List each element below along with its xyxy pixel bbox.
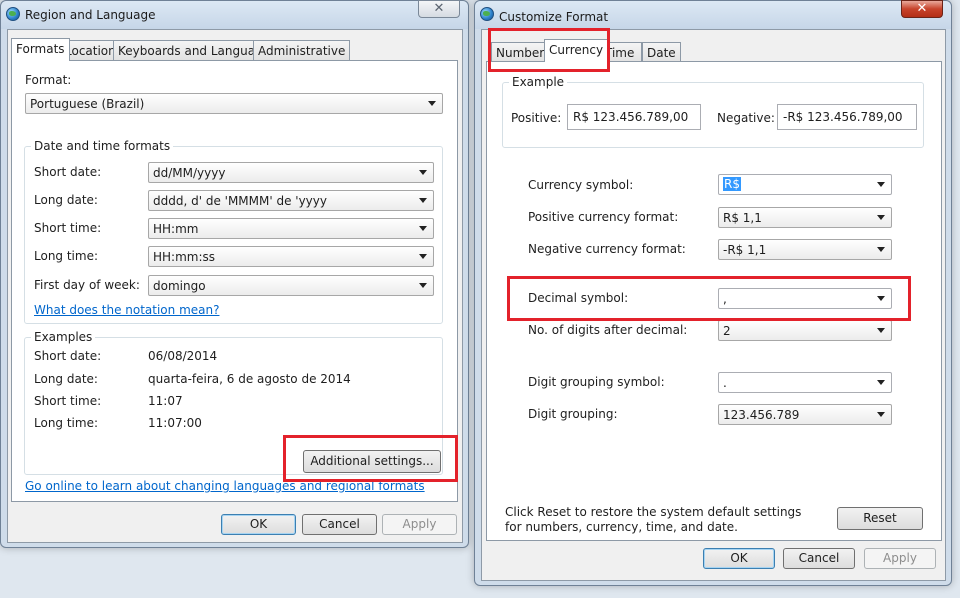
- long-time-label: Long time:: [34, 249, 99, 263]
- digits-after-decimal-value: 2: [723, 324, 731, 338]
- negative-currency-format-label: Negative currency format:: [528, 242, 686, 256]
- example-long-time-value: 11:07:00: [148, 416, 202, 430]
- window-title: Region and Language: [25, 8, 156, 22]
- chevron-down-icon: [428, 101, 436, 106]
- example-short-time-label: Short time:: [34, 394, 102, 408]
- chevron-down-icon: [877, 215, 885, 220]
- apply-button[interactable]: Apply: [382, 514, 457, 535]
- reset-button[interactable]: Reset: [837, 507, 923, 530]
- negative-currency-format-dropdown[interactable]: -R$ 1,1: [718, 239, 892, 260]
- chevron-down-icon: [419, 170, 427, 175]
- region-client-area: Formats Location Keyboards and Languages…: [7, 29, 463, 543]
- ok-button[interactable]: OK: [703, 548, 775, 569]
- example-short-date-label: Short date:: [34, 349, 102, 363]
- long-date-label: Long date:: [34, 193, 98, 207]
- digit-grouping-dropdown[interactable]: 123.456.789: [718, 404, 892, 425]
- digit-grouping-label: Digit grouping:: [528, 407, 618, 421]
- format-dropdown[interactable]: Portuguese (Brazil): [25, 93, 443, 114]
- currency-symbol-dropdown[interactable]: R$: [718, 174, 892, 195]
- digit-grouping-symbol-value: .: [723, 376, 727, 390]
- decimal-symbol-value: ,: [723, 292, 727, 306]
- short-time-value: HH:mm: [153, 222, 199, 236]
- example-long-date-value: quarta-feira, 6 de agosto de 2014: [148, 372, 351, 386]
- cancel-button[interactable]: Cancel: [783, 548, 855, 569]
- example-title: Example: [509, 75, 568, 89]
- globe-icon: [480, 7, 494, 21]
- positive-currency-format-dropdown[interactable]: R$ 1,1: [718, 207, 892, 228]
- digits-after-decimal-dropdown[interactable]: 2: [718, 320, 892, 341]
- negative-example-value: -R$ 123.456.789,00: [783, 110, 903, 124]
- digit-grouping-symbol-label: Digit grouping symbol:: [528, 375, 665, 389]
- first-day-dropdown[interactable]: domingo: [148, 275, 434, 296]
- positive-label: Positive:: [511, 111, 562, 125]
- long-date-value: dddd, d' de 'MMMM' de 'yyyy: [153, 194, 327, 208]
- online-languages-link[interactable]: Go online to learn about changing langua…: [25, 479, 425, 493]
- short-date-value: dd/MM/yyyy: [153, 166, 226, 180]
- short-time-dropdown[interactable]: HH:mm: [148, 218, 434, 239]
- chevron-down-icon: [877, 380, 885, 385]
- currency-symbol-selection: R$: [723, 177, 741, 191]
- short-date-label: Short date:: [34, 165, 102, 179]
- long-date-dropdown[interactable]: dddd, d' de 'MMMM' de 'yyyy: [148, 190, 434, 211]
- close-icon[interactable]: ✕: [418, 0, 460, 18]
- currency-panel: Example Positive: R$ 123.456.789,00 Nega…: [486, 61, 942, 541]
- chevron-down-icon: [877, 328, 885, 333]
- long-time-value: HH:mm:ss: [153, 250, 216, 264]
- positive-currency-format-value: R$ 1,1: [723, 211, 762, 225]
- positive-example-field: R$ 123.456.789,00: [567, 104, 701, 130]
- customize-format-window: Customize Format ✕ Numbers Currency Time…: [474, 0, 952, 586]
- chevron-down-icon: [877, 296, 885, 301]
- negative-currency-format-value: -R$ 1,1: [723, 243, 767, 257]
- digit-grouping-symbol-dropdown[interactable]: .: [718, 372, 892, 393]
- title-bar: Customize Format ✕: [475, 0, 951, 29]
- chevron-down-icon: [419, 254, 427, 259]
- globe-icon: [6, 7, 20, 21]
- apply-button[interactable]: Apply: [864, 548, 936, 569]
- chevron-down-icon: [877, 412, 885, 417]
- close-icon[interactable]: ✕: [901, 0, 943, 18]
- chevron-down-icon: [419, 226, 427, 231]
- tab-currency[interactable]: Currency: [544, 39, 609, 62]
- first-day-label: First day of week:: [34, 278, 140, 292]
- example-long-time-label: Long time:: [34, 416, 99, 430]
- formats-panel: Format: Portuguese (Brazil) Date and tim…: [11, 60, 458, 502]
- currency-symbol-value: R$: [723, 177, 741, 191]
- example-long-date-label: Long date:: [34, 372, 98, 386]
- reset-instructions: Click Reset to restore the system defaul…: [505, 505, 802, 534]
- short-time-label: Short time:: [34, 221, 102, 235]
- tab-date[interactable]: Date: [642, 42, 681, 62]
- examples-title: Examples: [31, 330, 96, 344]
- negative-example-field: -R$ 123.456.789,00: [777, 104, 917, 130]
- additional-settings-button[interactable]: Additional settings...: [303, 450, 441, 473]
- currency-symbol-label: Currency symbol:: [528, 178, 634, 192]
- date-time-formats-title: Date and time formats: [31, 139, 174, 153]
- notation-link[interactable]: What does the notation mean?: [34, 303, 219, 317]
- short-date-dropdown[interactable]: dd/MM/yyyy: [148, 162, 434, 183]
- region-language-window: Region and Language ✕ Formats Location K…: [0, 0, 469, 548]
- positive-example-value: R$ 123.456.789,00: [573, 110, 689, 124]
- first-day-value: domingo: [153, 279, 206, 293]
- example-short-date-value: 06/08/2014: [148, 349, 218, 363]
- tab-formats[interactable]: Formats: [11, 38, 70, 61]
- negative-label: Negative:: [717, 111, 775, 125]
- chevron-down-icon: [877, 247, 885, 252]
- format-value: Portuguese (Brazil): [30, 97, 145, 111]
- tab-administrative[interactable]: Administrative: [253, 40, 351, 60]
- long-time-dropdown[interactable]: HH:mm:ss: [148, 246, 434, 267]
- window-title: Customize Format: [499, 10, 609, 24]
- digit-grouping-value: 123.456.789: [723, 408, 800, 422]
- title-bar: Region and Language ✕: [1, 0, 468, 29]
- decimal-symbol-dropdown[interactable]: ,: [718, 288, 892, 309]
- positive-currency-format-label: Positive currency format:: [528, 210, 679, 224]
- ok-button[interactable]: OK: [221, 514, 296, 535]
- chevron-down-icon: [877, 182, 885, 187]
- customize-client-area: Numbers Currency Time Date Example Posit…: [481, 29, 946, 581]
- chevron-down-icon: [419, 283, 427, 288]
- example-short-time-value: 11:07: [148, 394, 183, 408]
- format-label: Format:: [25, 73, 72, 87]
- chevron-down-icon: [419, 198, 427, 203]
- cancel-button[interactable]: Cancel: [302, 514, 377, 535]
- digits-after-decimal-label: No. of digits after decimal:: [528, 323, 688, 337]
- decimal-symbol-label: Decimal symbol:: [528, 291, 629, 305]
